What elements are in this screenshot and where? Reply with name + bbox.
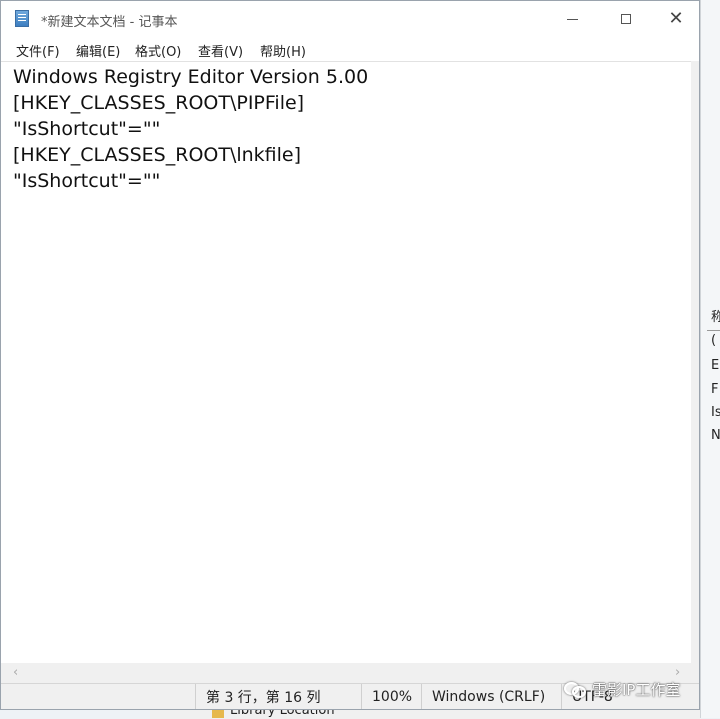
background-text: E: [711, 358, 720, 373]
menu-edit[interactable]: 编辑(E): [76, 41, 120, 60]
minimize-icon: [566, 18, 578, 20]
notepad-window: *新建文本文档 - 记事本 ✕ 文件(F) 编辑(E) 格式(O) 查看(V) …: [0, 0, 700, 710]
background-divider: [707, 330, 720, 331]
menu-help[interactable]: 帮助(H): [260, 41, 306, 60]
background-text: (: [711, 333, 717, 348]
background-text: N: [711, 428, 720, 443]
editor-line: [HKEY_CLASSES_ROOT\lnkfile]: [13, 144, 302, 166]
window-title: *新建文本文档 - 记事本: [41, 15, 178, 30]
menu-format[interactable]: 格式(O): [135, 41, 181, 60]
folder-icon: [212, 709, 224, 718]
background-text: F: [711, 382, 719, 397]
editor-line: "IsShortcut"="": [13, 170, 161, 192]
vertical-scrollbar[interactable]: [691, 61, 699, 663]
zoom-level: 100%: [361, 684, 421, 709]
wechat-icon: [564, 680, 586, 698]
minimize-button[interactable]: [545, 1, 599, 37]
editor-line: Windows Registry Editor Version 5.00: [13, 66, 369, 88]
editor-line: [HKEY_CLASSES_ROOT\PIPFile]: [13, 92, 305, 114]
cursor-position: 第 3 行，第 16 列: [195, 684, 361, 709]
background-text: 称: [711, 310, 720, 325]
line-ending: Windows (CRLF): [421, 684, 561, 709]
scroll-left-icon[interactable]: ‹: [13, 665, 18, 680]
menu-bar: 文件(F) 编辑(E) 格式(O) 查看(V) 帮助(H): [1, 37, 699, 61]
background-text: Is: [711, 405, 720, 420]
notepad-icon: [15, 10, 29, 27]
menu-file[interactable]: 文件(F): [16, 41, 60, 60]
menu-view[interactable]: 查看(V): [198, 41, 243, 60]
watermark: 雷影IP工作室: [564, 676, 680, 702]
editor-line: "IsShortcut"="": [13, 118, 161, 140]
maximize-icon: [621, 14, 631, 24]
scroll-corner: [691, 663, 699, 683]
watermark-text: 雷影IP工作室: [592, 680, 681, 699]
text-editor[interactable]: Windows Registry Editor Version 5.00 [HK…: [1, 61, 691, 663]
close-icon: ✕: [668, 8, 684, 29]
close-button[interactable]: ✕: [653, 1, 699, 37]
background-window: 称 ( E F Is N: [700, 0, 720, 718]
maximize-button[interactable]: [599, 1, 653, 37]
title-bar[interactable]: *新建文本文档 - 记事本 ✕: [1, 1, 699, 37]
